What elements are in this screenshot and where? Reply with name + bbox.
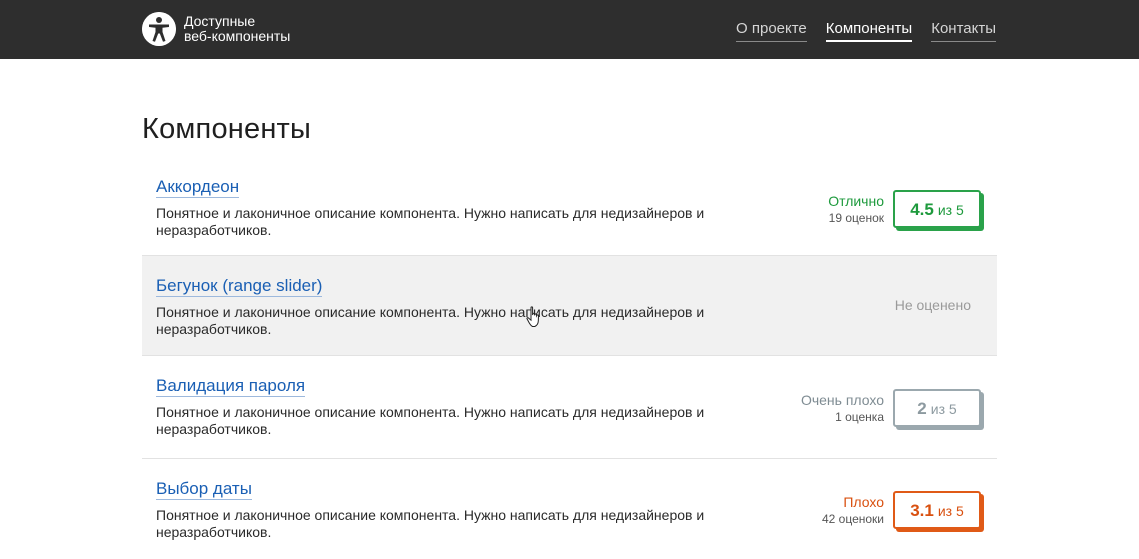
accessibility-icon <box>142 12 176 46</box>
score-value: 4.5 <box>910 200 934 219</box>
score-badge[interactable]: 3.1 из 5 <box>893 491 981 529</box>
item-description: Понятное и лаконичное описание компонент… <box>156 205 705 238</box>
item-title-link[interactable]: Аккордеон <box>156 177 240 198</box>
item-title-link[interactable]: Валидация пароля <box>156 376 306 397</box>
rating-text: Плохо 42 оценоки <box>822 494 884 527</box>
brand-link[interactable]: Доступные веб-компоненты <box>142 12 290 46</box>
rating-text: Отлично 19 оценок <box>828 193 884 226</box>
nav-about[interactable]: О проекте <box>736 20 807 42</box>
score-of: из 5 <box>930 401 957 417</box>
nav-contacts[interactable]: Контакты <box>931 20 996 42</box>
brand-name: Доступные веб-компоненты <box>184 14 290 44</box>
page-title: Компоненты <box>142 113 312 145</box>
rating-block: Плохо 42 оценоки 3.1 из 5 <box>822 491 981 529</box>
unrated-label: Не оценено <box>894 297 971 313</box>
list-item: Бегунок (range slider) Понятное и лакони… <box>142 256 997 356</box>
rating-label: Очень плохо <box>800 391 884 408</box>
list-item: Выбор даты Понятное и лаконичное описани… <box>142 459 997 559</box>
components-list: Аккордеон Понятное и лаконичное описание… <box>142 172 997 559</box>
score-badge[interactable]: 2 из 5 <box>893 389 981 427</box>
rating-label: Плохо <box>843 493 884 510</box>
rating-text: Очень плохо 1 оценка <box>801 392 884 425</box>
rating-label: Отлично <box>828 192 884 209</box>
item-description: Понятное и лаконичное описание компонент… <box>156 304 705 337</box>
score-value: 2 <box>917 399 927 418</box>
brand-line-2: веб-компоненты <box>184 28 291 44</box>
item-description: Понятное и лаконичное описание компонент… <box>156 404 705 437</box>
score-badge[interactable]: 4.5 из 5 <box>893 190 981 228</box>
nav-components[interactable]: Компоненты <box>825 20 913 42</box>
site-header: Доступные веб-компоненты О проекте Компо… <box>0 0 1139 59</box>
rating-count: 42 оценоки <box>821 511 884 526</box>
score-of: из 5 <box>937 202 964 218</box>
rating-block: Отлично 19 оценок 4.5 из 5 <box>828 190 981 228</box>
rating-count: 19 оценок <box>828 210 884 225</box>
score-of: из 5 <box>937 503 964 519</box>
main-nav: О проекте Компоненты Контакты <box>736 20 996 42</box>
list-item: Аккордеон Понятное и лаконичное описание… <box>142 172 997 256</box>
rating-count: 1 оценка <box>835 409 884 424</box>
list-item: Валидация пароля Понятное и лаконичное о… <box>142 356 997 459</box>
score-value: 3.1 <box>910 501 934 520</box>
hand-pointer-icon <box>526 306 539 327</box>
item-description: Понятное и лаконичное описание компонент… <box>156 507 705 540</box>
item-title-link[interactable]: Бегунок (range slider) <box>156 276 323 297</box>
brand-line-1: Доступные <box>184 13 256 29</box>
item-title-link[interactable]: Выбор даты <box>156 479 252 500</box>
rating-block: Очень плохо 1 оценка 2 из 5 <box>801 389 981 427</box>
